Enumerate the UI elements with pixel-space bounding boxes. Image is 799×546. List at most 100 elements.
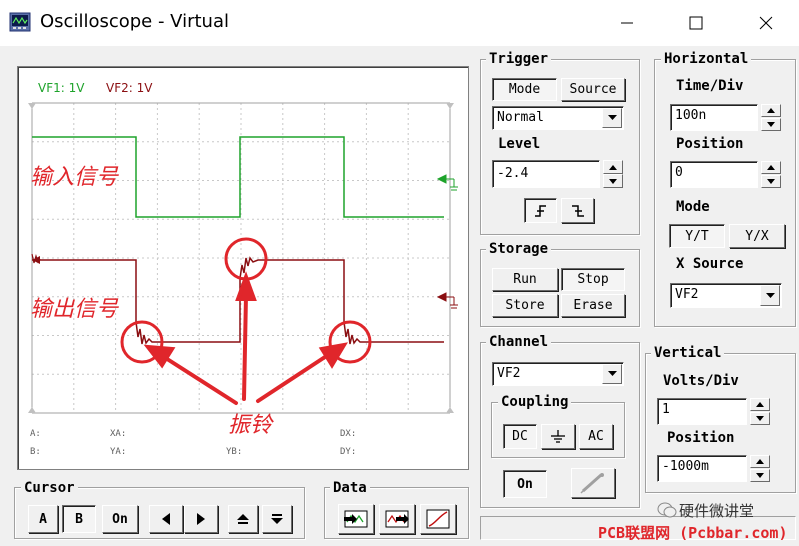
coupling-dc-button[interactable]: DC [503, 424, 537, 449]
volts-div-spin-down[interactable] [750, 412, 770, 425]
arrow-1-head [143, 344, 176, 369]
horizontal-position-spin-up[interactable] [761, 161, 781, 174]
title-bar: Oscilloscope - Virtual [0, 0, 799, 46]
spin-up-icon [767, 165, 775, 170]
spin-up-icon [767, 108, 775, 113]
watermark-site: PCB联盟网 (Pcbbar.com) [598, 524, 788, 542]
x-source-dropdown-button[interactable] [760, 285, 780, 306]
cursor-dx-readout: DX: [340, 429, 357, 439]
x-source-select[interactable]: VF2 [670, 283, 782, 308]
graph-icon [426, 509, 450, 529]
vertical-position-spin-up[interactable] [750, 455, 770, 468]
maximize-icon [689, 16, 703, 30]
trigger-level-spin-up[interactable] [603, 160, 623, 174]
trigger-mode-button[interactable]: Mode [492, 78, 557, 101]
channel-select[interactable]: VF2 [492, 362, 624, 386]
horizontal-position-label: Position [676, 136, 744, 152]
mode-yx-button[interactable]: Y/X [729, 224, 785, 248]
vertical-position-spin-down[interactable] [750, 469, 770, 482]
cursor-yb-readout: YB: [226, 447, 243, 457]
vertical-position-value: -1000m [662, 459, 709, 474]
channel-probe-button[interactable] [571, 468, 615, 498]
cursor-move-left-button[interactable] [149, 505, 183, 533]
horizontal-position-value: 0 [675, 165, 683, 180]
time-div-label: Time/Div [676, 78, 744, 94]
ground-icon [551, 429, 565, 443]
rising-edge-icon [534, 204, 546, 217]
trigger-group-label: Trigger [486, 51, 552, 67]
storage-erase-button[interactable]: Erase [561, 294, 625, 317]
wechat-icon [657, 502, 677, 518]
close-icon [759, 16, 773, 30]
output-signal-annotation: 输出信号 [30, 297, 119, 322]
horizontal-position-spin-down[interactable] [761, 175, 781, 188]
spin-up-icon [756, 459, 764, 464]
spin-down-icon [609, 178, 617, 184]
time-div-spin-up[interactable] [761, 104, 781, 117]
arrow-1 [162, 355, 238, 405]
volts-div-spin-up[interactable] [750, 398, 770, 411]
data-import-button[interactable] [379, 504, 415, 534]
volts-div-label: Volts/Div [663, 373, 739, 389]
cursor-on-button[interactable]: On [102, 505, 138, 533]
storage-run-button[interactable]: Run [492, 268, 558, 291]
vertical-position-input[interactable]: -1000m [657, 455, 747, 482]
oscilloscope-screen[interactable]: VF1: 1V VF2: 1V 输入信号 输出信号 振铃 A: XA: DX: … [17, 66, 469, 470]
data-export-button[interactable] [338, 504, 374, 534]
storage-stop-button[interactable]: Stop [561, 268, 625, 291]
trigger-level-value: -2.4 [497, 166, 529, 181]
arrow-up-icon [237, 514, 249, 524]
horizontal-position-input[interactable]: 0 [670, 161, 758, 188]
chevron-down-icon [607, 115, 617, 120]
vertical-position-label: Position [667, 430, 735, 446]
spin-down-icon [767, 179, 775, 184]
data-graph-button[interactable] [420, 504, 456, 534]
trigger-level-spin-down[interactable] [603, 174, 623, 188]
volts-div-value: 1 [662, 402, 670, 417]
maximize-button[interactable] [673, 0, 719, 46]
time-div-value: 100n [675, 108, 707, 123]
coupling-ground-button[interactable] [541, 424, 575, 449]
chevron-down-icon [765, 292, 775, 298]
trigger-level-input[interactable]: -2.4 [492, 160, 600, 188]
arrow-3-head [318, 342, 348, 369]
spin-down-icon [767, 122, 775, 127]
storage-store-button[interactable]: Store [492, 294, 558, 317]
close-button[interactable] [743, 0, 789, 46]
time-div-input[interactable]: 100n [670, 104, 758, 131]
trigger-mode-select[interactable]: Normal [492, 106, 624, 130]
cursor-dy-readout: DY: [340, 447, 357, 457]
channel-on-button[interactable]: On [503, 470, 547, 498]
trigger-falling-edge-button[interactable] [561, 198, 594, 223]
minimize-button[interactable] [604, 0, 650, 46]
cursor-move-down-button[interactable] [262, 505, 292, 533]
spin-up-icon [756, 402, 764, 407]
data-group-label: Data [330, 480, 370, 496]
oscilloscope-app-icon [9, 12, 31, 32]
import-data-icon [385, 510, 409, 528]
cursor-a-button[interactable]: A [28, 505, 58, 533]
horizontal-group-label: Horizontal [661, 51, 752, 67]
export-data-icon [344, 510, 368, 528]
arrow-2 [242, 293, 248, 401]
horizontal-mode-label: Mode [676, 199, 710, 215]
cursor-move-right-button[interactable] [184, 505, 218, 533]
trigger-mode-dropdown-button[interactable] [602, 108, 622, 128]
channel-dropdown-button[interactable] [602, 364, 622, 384]
cursor-move-up-button[interactable] [228, 505, 258, 533]
input-signal-annotation: 输入信号 [30, 165, 119, 190]
trigger-mode-value: Normal [497, 110, 544, 125]
time-div-spin-down[interactable] [761, 118, 781, 131]
volts-div-input[interactable]: 1 [657, 398, 747, 425]
mode-yt-button[interactable]: Y/T [669, 224, 725, 248]
window-title: Oscilloscope - Virtual [40, 11, 229, 32]
cursor-a-readout: A: [30, 429, 41, 439]
coupling-ac-button[interactable]: AC [579, 424, 613, 449]
vertical-group-label: Vertical [651, 345, 725, 361]
trigger-level-label: Level [498, 136, 541, 152]
cursor-b-button[interactable]: B [62, 505, 96, 533]
trigger-rising-edge-button[interactable] [524, 198, 557, 223]
arrow-down-icon [271, 514, 283, 524]
trigger-source-button[interactable]: Source [561, 78, 625, 101]
arrow-right-icon [197, 513, 205, 525]
